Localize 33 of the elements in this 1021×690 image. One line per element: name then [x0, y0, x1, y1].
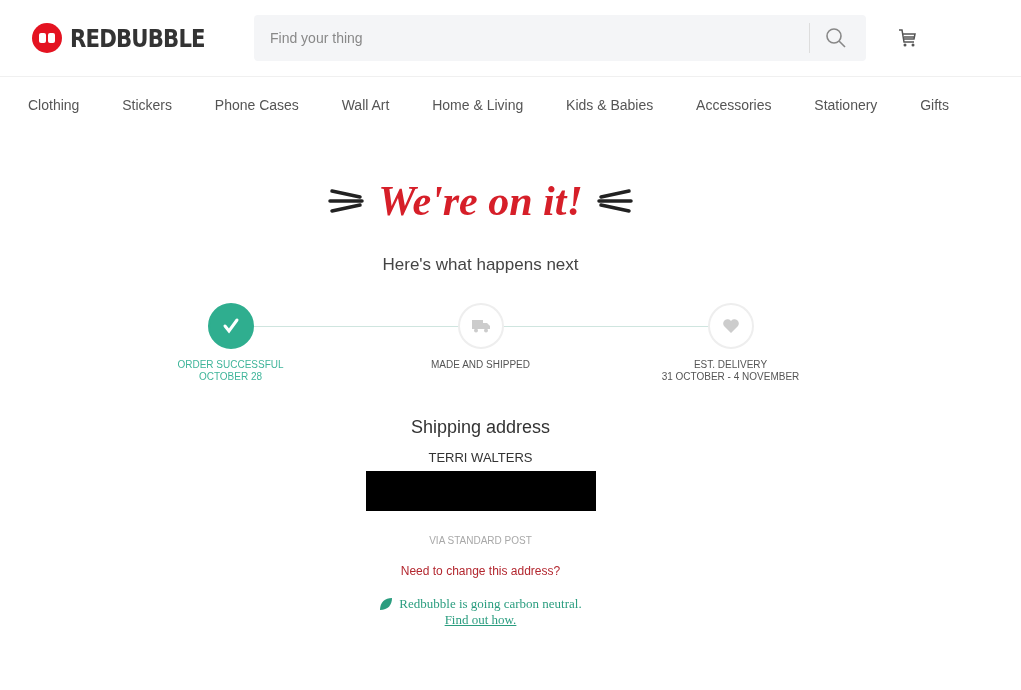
step-label: ORDER SUCCESSFUL [177, 359, 284, 371]
recipient-name: TERRI WALTERS [428, 450, 533, 465]
step-label: 31 OCTOBER - 4 NOVEMBER [661, 371, 800, 383]
truck-icon [471, 319, 490, 333]
heart-icon [721, 318, 740, 334]
nav-link[interactable]: Wall Art [341, 97, 390, 113]
logo-wordmark[interactable]: REDBUBBLE [70, 23, 205, 53]
nav-link[interactable]: Stickers [122, 97, 172, 113]
find-out-link[interactable]: Find out how. [444, 612, 517, 628]
headline: We're on it! [378, 177, 583, 225]
cart-icon[interactable] [896, 27, 918, 49]
dash-lines-icon [596, 188, 633, 214]
search-bar[interactable]: Find your thing [254, 15, 866, 61]
search-field[interactable]: Find your thing [268, 29, 809, 47]
step-label: OCTOBER 28 [198, 371, 263, 383]
nav-link[interactable]: Accessories [696, 97, 772, 113]
change-address-link[interactable]: Need to change this address? [400, 564, 561, 578]
nav-link[interactable]: Clothing [28, 97, 80, 113]
step-label: EST. DELIVERY [693, 359, 768, 371]
nav-link[interactable]: Kids & Babies [566, 97, 654, 113]
nav-link[interactable]: Stationery [814, 97, 878, 113]
shipping-heading: Shipping address [410, 417, 551, 438]
leaf-icon [379, 597, 394, 611]
logo-icon [32, 23, 62, 53]
subtitle: Here's what happens next [382, 255, 579, 275]
dash-lines-icon [328, 188, 365, 214]
step-label: MADE AND SHIPPED [431, 359, 530, 371]
shipping-method: VIA STANDARD POST [429, 535, 532, 546]
carbon-text: Redbubble is going carbon neutral. [399, 596, 582, 612]
nav-link[interactable]: Home & Living [432, 97, 524, 113]
nav-link[interactable]: Gifts [920, 97, 949, 113]
search-icon[interactable] [824, 26, 848, 50]
nav-link[interactable]: Phone Cases [214, 97, 299, 113]
